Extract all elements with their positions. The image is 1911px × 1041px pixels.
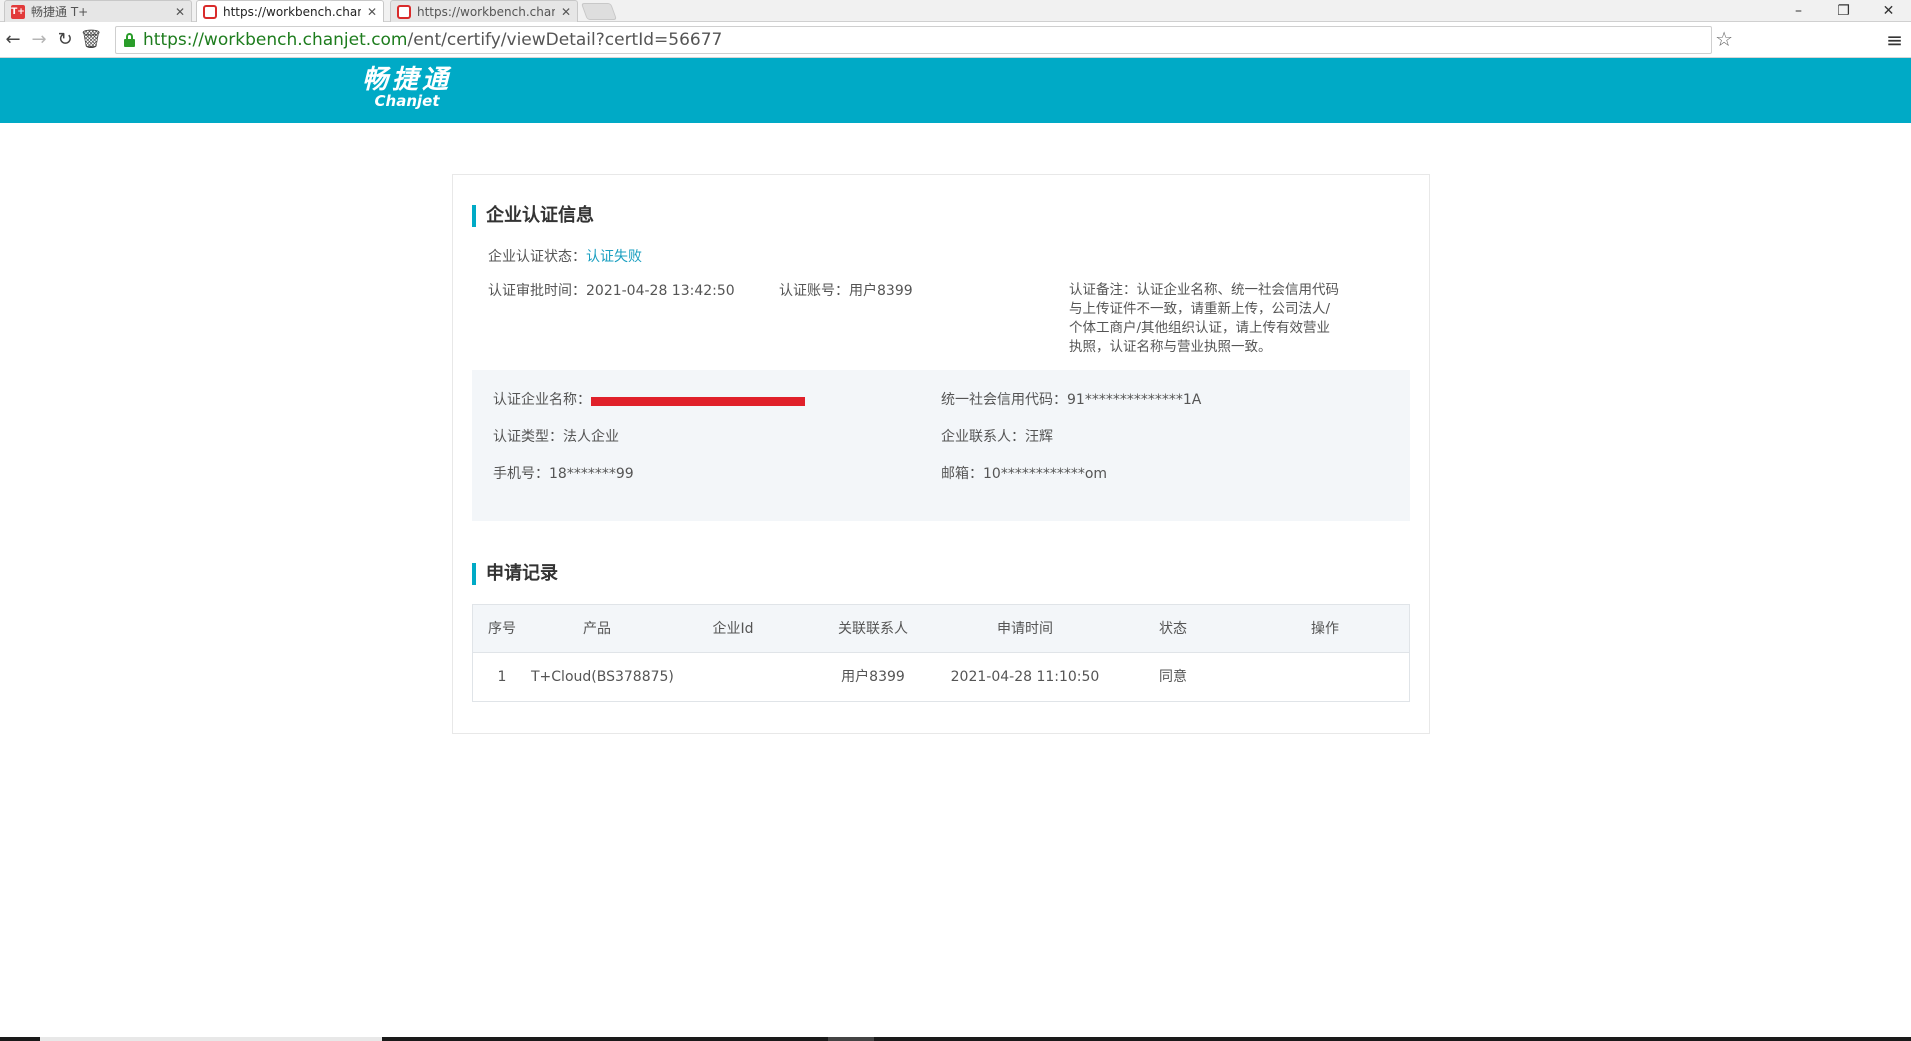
browser-tab-workbench-active[interactable]: https://workbench.chan ✕ bbox=[196, 0, 384, 22]
browser-tab-tplus[interactable]: T+ 畅捷通 T+ ✕ bbox=[4, 0, 192, 22]
cert-info-title: 企业认证信息 bbox=[472, 205, 594, 227]
email-value: 10************om bbox=[983, 466, 1108, 482]
company-detail-box: 认证企业名称： 统一社会信用代码：91**************1A 认证类型… bbox=[472, 370, 1410, 521]
phone-label: 手机号： bbox=[493, 466, 549, 482]
cert-account-label: 认证账号： bbox=[779, 283, 849, 299]
minimize-icon[interactable]: – bbox=[1776, 0, 1821, 22]
tab-title: https://workbench.chan bbox=[223, 4, 361, 19]
bookmark-star-icon[interactable]: ☆ bbox=[1715, 27, 1733, 51]
company-name: 认证企业名称： bbox=[493, 391, 805, 409]
close-tab-icon[interactable]: ✕ bbox=[367, 5, 377, 19]
reload-icon[interactable]: ↻ bbox=[52, 25, 78, 55]
review-time-label: 认证审批时间： bbox=[488, 283, 586, 299]
close-tab-icon[interactable]: ✕ bbox=[175, 5, 185, 19]
cert-account-value: 用户8399 bbox=[849, 283, 913, 299]
cert-status-label: 企业认证状态： bbox=[488, 249, 586, 265]
review-time: 认证审批时间：2021-04-28 13:42:50 bbox=[488, 282, 735, 300]
close-window-icon[interactable]: ✕ bbox=[1866, 0, 1911, 22]
url-host: https://workbench.chanjet.com bbox=[143, 30, 408, 50]
cert-account: 认证账号：用户8399 bbox=[779, 282, 913, 300]
col-header-apply-time: 申请时间 bbox=[997, 621, 1053, 637]
cert-type: 认证类型：法人企业 bbox=[493, 428, 619, 446]
back-arrow-icon[interactable]: ← bbox=[0, 25, 26, 55]
col-header-contact: 关联联系人 bbox=[838, 621, 908, 637]
logo-english: Chanjet bbox=[374, 92, 440, 110]
cert-status: 企业认证状态：认证失败 bbox=[488, 248, 642, 266]
email: 邮箱：10************om bbox=[941, 465, 1107, 483]
cert-remark-label: 认证备注： bbox=[1069, 282, 1137, 298]
company-contact: 企业联系人：汪辉 bbox=[941, 428, 1053, 446]
table-row: 1 T+Cloud(BS378875) 用户8399 2021-04-28 11… bbox=[473, 653, 1409, 701]
records-title: 申请记录 bbox=[472, 563, 558, 585]
email-label: 邮箱： bbox=[941, 466, 983, 482]
credit-code-value: 91**************1A bbox=[1067, 392, 1202, 408]
col-header-status: 状态 bbox=[1159, 621, 1187, 637]
cert-status-value: 认证失败 bbox=[586, 249, 642, 265]
cell-action[interactable] bbox=[1239, 653, 1411, 701]
chanjet-favicon-icon bbox=[397, 4, 411, 19]
phone-value: 18*******99 bbox=[549, 466, 634, 482]
cell-status: 同意 bbox=[1159, 669, 1187, 685]
tab-title: https://workbench.chan bbox=[417, 4, 555, 19]
certification-card: 企业认证信息 企业认证状态：认证失败 认证审批时间：2021-04-28 13:… bbox=[452, 174, 1430, 734]
company-contact-label: 企业联系人： bbox=[941, 429, 1025, 445]
menu-icon[interactable]: ≡ bbox=[1886, 28, 1903, 52]
company-contact-value: 汪辉 bbox=[1025, 429, 1053, 445]
url-path: /ent/certify/viewDetail?certId=56677 bbox=[407, 30, 723, 50]
cell-company-id bbox=[663, 653, 803, 701]
col-header-product: 产品 bbox=[583, 621, 611, 637]
phone: 手机号：18*******99 bbox=[493, 465, 634, 483]
tplus-favicon-icon: T+ bbox=[11, 4, 25, 19]
credit-code: 统一社会信用代码：91**************1A bbox=[941, 391, 1201, 409]
forward-arrow-icon[interactable]: → bbox=[26, 25, 52, 55]
review-time-value: 2021-04-28 13:42:50 bbox=[586, 283, 735, 299]
table-header: 序号 产品 企业Id 关联联系人 申请时间 状态 操作 bbox=[473, 605, 1409, 653]
col-header-index: 序号 bbox=[488, 621, 516, 637]
col-header-company-id: 企业Id bbox=[712, 621, 754, 637]
browser-tabstrip: T+ 畅捷通 T+ ✕ https://workbench.chan ✕ htt… bbox=[0, 0, 1911, 22]
browser-toolbar: ← → ↻ 🗑 https://workbench.chanjet.com/en… bbox=[0, 22, 1911, 58]
browser-tab-workbench[interactable]: https://workbench.chan ✕ bbox=[390, 0, 578, 22]
restore-icon[interactable]: ❐ bbox=[1821, 0, 1866, 22]
lock-icon bbox=[124, 33, 135, 47]
cell-index: 1 bbox=[497, 669, 507, 685]
cell-apply-time: 2021-04-28 11:10:50 bbox=[950, 669, 1100, 685]
cert-type-label: 认证类型： bbox=[493, 429, 563, 445]
col-header-action: 操作 bbox=[1311, 621, 1339, 637]
cert-remark: 认证备注：认证企业名称、统一社会信用代码与上传证件不一致，请重新上传，公司法人/… bbox=[1069, 281, 1341, 357]
credit-code-label: 统一社会信用代码： bbox=[941, 392, 1067, 408]
cell-product: T+Cloud(BS378875) bbox=[531, 669, 674, 685]
cell-contact: 用户8399 bbox=[841, 669, 905, 685]
company-name-label: 认证企业名称： bbox=[493, 392, 591, 408]
chanjet-favicon-icon bbox=[203, 4, 217, 19]
cert-type-value: 法人企业 bbox=[563, 429, 619, 445]
site-header: 畅捷通 Chanjet bbox=[0, 58, 1911, 123]
close-tab-icon[interactable]: ✕ bbox=[561, 5, 571, 19]
chanjet-logo[interactable]: 畅捷通 Chanjet bbox=[362, 66, 452, 109]
window-controls: – ❐ ✕ bbox=[1776, 0, 1911, 22]
tab-title: 畅捷通 T+ bbox=[31, 5, 89, 19]
application-records-table: 序号 产品 企业Id 关联联系人 申请时间 状态 操作 1 T+Cloud(BS… bbox=[472, 604, 1410, 702]
address-bar[interactable]: https://workbench.chanjet.com/ent/certif… bbox=[115, 26, 1712, 54]
trash-icon[interactable]: 🗑 bbox=[78, 25, 104, 55]
logo-chinese: 畅捷通 bbox=[362, 65, 453, 95]
redacted-company-name bbox=[591, 396, 805, 406]
new-tab-button[interactable] bbox=[580, 3, 618, 20]
bottom-edge-bar bbox=[0, 1037, 1911, 1041]
